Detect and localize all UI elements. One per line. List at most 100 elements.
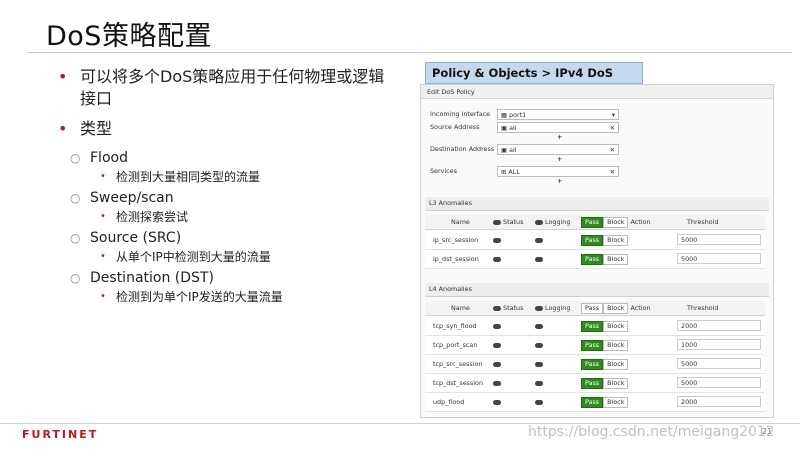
- pass-button[interactable]: Pass: [581, 321, 604, 332]
- threshold-input[interactable]: 5000: [677, 234, 761, 245]
- threshold-input[interactable]: 5000: [677, 377, 761, 388]
- block-button[interactable]: Block: [603, 378, 629, 389]
- logging-toggle[interactable]: [535, 374, 543, 392]
- block-button[interactable]: Block: [603, 235, 629, 246]
- toggle-icon[interactable]: [535, 361, 543, 367]
- panel-title: Edit DoS Policy: [421, 85, 773, 99]
- bullet-types: • 类型: [58, 118, 398, 140]
- circle-bullet-icon: ○: [70, 191, 81, 205]
- page-number: 21: [762, 427, 773, 436]
- action-group: Pass Block: [581, 374, 629, 392]
- threshold-input[interactable]: 1000: [677, 339, 761, 350]
- pass-button[interactable]: Pass: [581, 378, 604, 389]
- toggle-icon[interactable]: [535, 256, 543, 262]
- threshold-input[interactable]: 5000: [677, 253, 761, 264]
- l4-table-header: Name Status Logging Pass Block Action Thr…: [425, 301, 765, 316]
- close-icon[interactable]: ✕: [610, 167, 615, 177]
- chevron-down-icon[interactable]: ▾: [612, 110, 615, 120]
- action-group: Pass Block: [581, 250, 629, 268]
- block-button[interactable]: Block: [603, 359, 629, 370]
- logging-toggle[interactable]: [535, 336, 543, 354]
- col-status: Status: [493, 301, 523, 315]
- toggle-icon[interactable]: [493, 237, 501, 243]
- title-divider: [28, 52, 792, 53]
- pass-button[interactable]: Pass: [581, 235, 604, 246]
- block-button[interactable]: Block: [603, 340, 629, 351]
- col-status: Status: [493, 215, 523, 229]
- toggle-icon[interactable]: [535, 323, 543, 329]
- logo-mark: FURTINET: [22, 428, 99, 441]
- source-address-value: all: [509, 124, 517, 132]
- brand-logo: FURTINET: [22, 428, 98, 441]
- block-button[interactable]: Block: [603, 321, 629, 332]
- logging-toggle[interactable]: [535, 250, 543, 268]
- table-row: tcp_dst_session Pass Block 5000: [425, 374, 765, 393]
- toggle-icon[interactable]: [493, 305, 501, 311]
- add-source-icon[interactable]: +: [557, 133, 562, 141]
- block-button[interactable]: Block: [603, 217, 629, 228]
- action-group: Pass Block: [581, 231, 629, 249]
- logging-toggle[interactable]: [535, 393, 543, 411]
- source-address-field[interactable]: ▣ all ✕: [497, 122, 619, 133]
- toggle-icon[interactable]: [535, 342, 543, 348]
- toggle-icon[interactable]: [535, 219, 543, 225]
- add-destination-icon[interactable]: +: [557, 155, 562, 163]
- toggle-icon[interactable]: [493, 256, 501, 262]
- toggle-icon[interactable]: [493, 219, 501, 225]
- action-group: Pass Block: [581, 336, 629, 354]
- pass-button[interactable]: Pass: [581, 359, 604, 370]
- anomaly-name: tcp_dst_session: [433, 379, 484, 387]
- toggle-icon[interactable]: [493, 380, 501, 386]
- table-row: tcp_syn_flood Pass Block 2000: [425, 317, 765, 336]
- status-toggle[interactable]: [493, 231, 501, 249]
- toggle-icon[interactable]: [493, 399, 501, 405]
- close-icon[interactable]: ✕: [610, 145, 615, 155]
- type-desc: 检测到大量相同类型的流量: [116, 170, 261, 184]
- status-toggle[interactable]: [493, 317, 501, 335]
- logging-toggle[interactable]: [535, 231, 543, 249]
- status-toggle[interactable]: [493, 250, 501, 268]
- toggle-icon[interactable]: [535, 399, 543, 405]
- threshold-input[interactable]: 5000: [677, 358, 761, 369]
- toggle-icon[interactable]: [493, 323, 501, 329]
- type-name: Source (SRC): [90, 230, 182, 246]
- col-action: Pass Block Action: [581, 301, 651, 315]
- add-service-icon[interactable]: +: [557, 177, 562, 185]
- destination-address-field[interactable]: ▣ all ✕: [497, 144, 619, 155]
- pass-button[interactable]: Pass: [581, 303, 604, 314]
- toggle-icon[interactable]: [493, 361, 501, 367]
- block-button[interactable]: Block: [603, 397, 629, 408]
- type-source: ○ Source (SRC) • 从单个IP中检测到大量的流量: [58, 228, 398, 266]
- type-destination: ○ Destination (DST) • 检测到为单个IP发送的大量流量: [58, 268, 398, 306]
- anomaly-name: ip_src_session: [433, 236, 479, 244]
- col-logging: Logging: [535, 215, 570, 229]
- status-toggle[interactable]: [493, 393, 501, 411]
- incoming-interface-select[interactable]: ▦ port1 ▾: [497, 109, 619, 120]
- pass-button[interactable]: Pass: [581, 340, 604, 351]
- services-field[interactable]: ⊞ ALL ✕: [497, 166, 619, 177]
- col-threshold: Threshold: [687, 218, 719, 226]
- toggle-icon[interactable]: [493, 342, 501, 348]
- pass-button[interactable]: Pass: [581, 254, 604, 265]
- block-button[interactable]: Block: [603, 303, 629, 314]
- toggle-icon[interactable]: [535, 380, 543, 386]
- status-toggle[interactable]: [493, 355, 501, 373]
- destination-address-value: all: [509, 146, 517, 154]
- status-toggle[interactable]: [493, 336, 501, 354]
- block-button[interactable]: Block: [603, 254, 629, 265]
- table-row: tcp_src_session Pass Block 5000: [425, 355, 765, 374]
- pass-button[interactable]: Pass: [581, 397, 604, 408]
- action-group: Pass Block: [581, 393, 629, 411]
- toggle-icon[interactable]: [535, 237, 543, 243]
- close-icon[interactable]: ✕: [610, 123, 615, 133]
- logging-toggle[interactable]: [535, 317, 543, 335]
- anomaly-name: tcp_src_session: [433, 360, 483, 368]
- threshold-input[interactable]: 2000: [677, 396, 761, 407]
- address-icon: ▣: [501, 124, 510, 132]
- pass-button[interactable]: Pass: [581, 217, 604, 228]
- toggle-icon[interactable]: [535, 305, 543, 311]
- threshold-input[interactable]: 2000: [677, 320, 761, 331]
- bullet-types-text: 类型: [80, 119, 113, 138]
- status-toggle[interactable]: [493, 374, 501, 392]
- logging-toggle[interactable]: [535, 355, 543, 373]
